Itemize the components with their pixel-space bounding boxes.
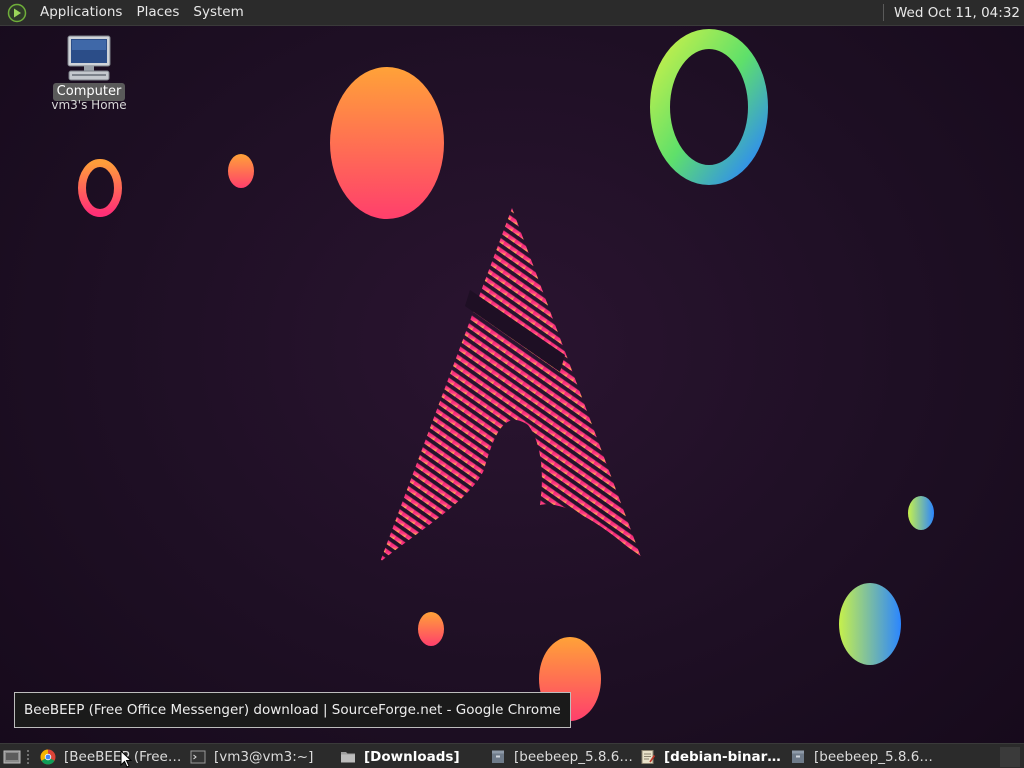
menu-applications[interactable]: Applications — [33, 0, 129, 25]
orange-circle-large — [330, 67, 444, 219]
task-terminal[interactable]: [vm3@vm3:~] — [184, 744, 334, 768]
panel-separator — [882, 4, 884, 21]
task-archive-1[interactable]: [beebeep_5.8.6_... — [484, 744, 634, 768]
clock[interactable]: Wed Oct 11, 04:32 — [882, 0, 1024, 25]
desktop-icon-sublabel: vm3's Home — [51, 98, 127, 112]
menu-places[interactable]: Places — [129, 0, 186, 25]
show-desktop-button[interactable] — [0, 744, 24, 768]
clock-text[interactable]: Wed Oct 11, 04:32 — [894, 5, 1024, 21]
chrome-icon — [40, 749, 56, 764]
mouse-cursor-icon — [120, 750, 132, 768]
task-label: [beebeep_5.8.6_... — [814, 748, 934, 765]
task-label: [vm3@vm3:~] — [214, 748, 314, 765]
show-desktop-icon — [3, 750, 21, 763]
menu-system[interactable]: System — [186, 0, 250, 25]
bottom-panel: [BeeBEEP (Free ... [vm3@vm3:~] [Download… — [0, 743, 1024, 768]
arch-logo — [380, 208, 642, 562]
orange-ring-small — [78, 159, 122, 217]
task-text-editor[interactable]: [debian-binary (... — [634, 744, 784, 768]
archive-icon — [792, 750, 804, 763]
workspace-slot[interactable] — [1000, 746, 1020, 767]
top-panel: Applications Places System Wed Oct 11, 0… — [0, 0, 1024, 26]
text-editor-icon — [641, 749, 656, 764]
archive-icon — [492, 750, 504, 763]
window-tooltip: BeeBEEP (Free Office Messenger) download… — [14, 692, 571, 728]
green-blue-dot — [908, 496, 934, 530]
green-blue-ring — [650, 29, 768, 185]
green-blue-circle — [839, 583, 901, 665]
orange-circle-small — [228, 154, 254, 188]
task-label: [beebeep_5.8.6_... — [514, 748, 634, 765]
desktop-screen: Applications Places System Wed Oct 11, 0… — [0, 0, 1024, 768]
wallpaper-art — [78, 29, 934, 721]
task-archive-2[interactable]: [beebeep_5.8.6_... — [784, 744, 934, 768]
panel-grip[interactable] — [26, 748, 30, 765]
terminal-icon — [190, 750, 206, 763]
workspace-switcher[interactable] — [944, 744, 1024, 768]
orange-dot-bottom — [418, 612, 444, 646]
task-label: [debian-binary (... — [664, 748, 784, 765]
computer-icon — [67, 35, 111, 81]
task-label: [Downloads] — [364, 748, 460, 765]
task-chrome[interactable]: [BeeBEEP (Free ... — [34, 744, 184, 768]
folder-icon — [341, 751, 355, 762]
task-downloads[interactable]: [Downloads] — [334, 744, 484, 768]
desktop-icon-computer[interactable]: Computer vm3's Home — [48, 34, 130, 111]
mate-menu-icon[interactable] — [7, 3, 27, 23]
